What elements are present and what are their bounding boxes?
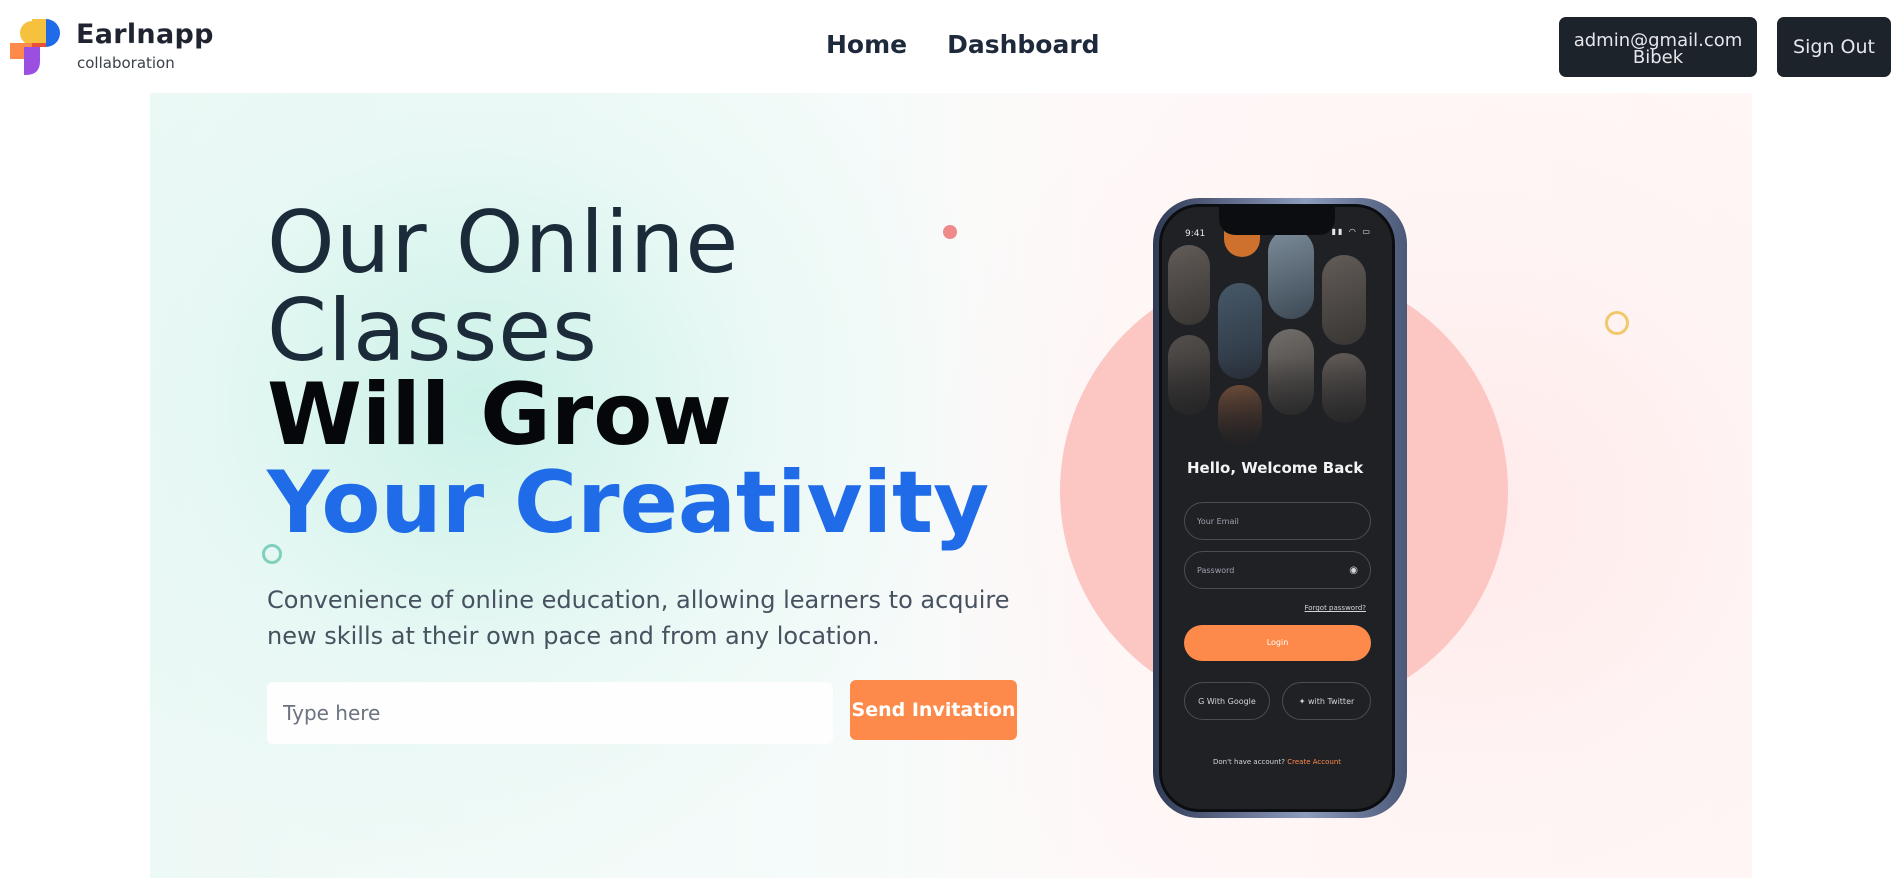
logo-icon [10, 19, 60, 75]
phone-twitter-button: ✦ with Twitter [1282, 682, 1371, 720]
status-time: 9:41 [1185, 229, 1206, 239]
hero-heading-line3: Will Grow [267, 365, 732, 465]
phone-screen: 9:41 ▮▮ ◠ ▭ Hello, Welcome Back Your Ema… [1159, 204, 1395, 812]
twitter-icon: ✦ [1298, 697, 1306, 706]
phone-create-account: Create Account [1287, 758, 1341, 766]
top-navbar: Earlnapp collaboration Home Dashboard ad… [0, 0, 1895, 92]
phone-notch [1219, 207, 1335, 235]
phone-email-placeholder: Your Email [1197, 517, 1239, 526]
hero-heading-line4: Your Creativity [267, 453, 990, 553]
phone-google-label: With Google [1206, 697, 1256, 706]
signal-wifi-battery-icon: ▮▮ ◠ ▭ [1331, 227, 1372, 236]
decor-dot [943, 225, 957, 239]
phone-login-button: Login [1184, 625, 1371, 661]
nav-dashboard-link[interactable]: Dashboard [947, 30, 1099, 59]
user-name: Bibek [1632, 47, 1684, 68]
google-icon: G [1198, 697, 1205, 706]
logo[interactable]: Earlnapp collaboration [10, 17, 213, 77]
phone-password-field: Password ◉ [1184, 551, 1371, 589]
phone-twitter-label: with Twitter [1307, 697, 1355, 706]
logo-tagline: collaboration [77, 54, 175, 72]
phone-google-button: G With Google [1184, 682, 1270, 720]
phone-forgot-password: Forgot password? [1304, 604, 1366, 612]
send-invitation-button[interactable]: Send Invitation [850, 680, 1017, 740]
hero-section: Our Online Classes Will Grow Your Creati… [150, 93, 1752, 878]
hero-description: Convenience of online education, allowin… [267, 586, 1010, 650]
nav-home-link[interactable]: Home [826, 30, 907, 59]
phone-no-account: Don't have account? [1213, 758, 1286, 766]
eye-icon: ◉ [1349, 565, 1358, 576]
logo-name: Earlnapp [76, 19, 214, 50]
decor-ring [1605, 311, 1629, 335]
phone-signup-prompt: Don't have account? Create Account [1162, 758, 1392, 766]
phone-welcome-title: Hello, Welcome Back [1187, 459, 1364, 477]
hero-heading-line1: Our Online [267, 193, 740, 293]
photo-fade [1162, 357, 1392, 447]
user-account-button[interactable]: admin@gmail.com Bibek [1559, 17, 1757, 77]
phone-email-field: Your Email [1184, 502, 1371, 540]
sign-out-button[interactable]: Sign Out [1777, 17, 1891, 77]
phone-mockup: 9:41 ▮▮ ◠ ▭ Hello, Welcome Back Your Ema… [1153, 198, 1407, 818]
phone-password-placeholder: Password [1197, 566, 1235, 575]
invitation-input[interactable] [267, 682, 833, 744]
main-nav: Home Dashboard [826, 30, 1100, 59]
